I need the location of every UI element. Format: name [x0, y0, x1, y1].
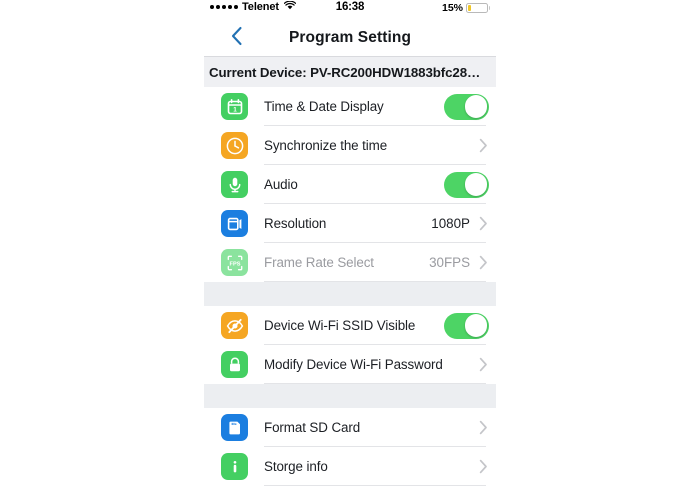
row-label: Audio	[264, 177, 298, 192]
settings-row-audio[interactable]: Audio	[204, 165, 496, 204]
svg-text:1: 1	[233, 106, 237, 113]
chevron-right-icon	[478, 357, 488, 373]
calendar-icon: 1	[221, 93, 248, 120]
video-frame-icon	[221, 210, 248, 237]
sd-card-icon	[221, 414, 248, 441]
section-gap	[204, 384, 496, 408]
row-label: Format SD Card	[264, 420, 361, 435]
lock-icon	[221, 351, 248, 378]
settings-row-format-sd-card[interactable]: Format SD Card	[204, 408, 496, 447]
chevron-right-icon	[478, 420, 488, 436]
row-label: Time & Date Display	[264, 99, 384, 114]
row-label: Device Wi-Fi SSID Visible	[264, 318, 416, 333]
battery-percentage-label: 15%	[441, 2, 463, 14]
row-label: Modify Device Wi-Fi Password	[264, 357, 443, 372]
settings-row-synchronize-the-time[interactable]: Synchronize the time	[204, 126, 496, 165]
fps-icon: FPS	[221, 249, 248, 276]
settings-row-storge-info[interactable]: Storge info	[204, 447, 496, 486]
settings-group-storage: Format SD Card Storge info	[204, 408, 496, 486]
row-label: Resolution	[264, 216, 327, 231]
navigation-bar: Program Setting	[204, 20, 496, 57]
settings-group-recording: 1 Time & Date Display Synchronize the time…	[204, 87, 496, 282]
settings-row-time-date-display[interactable]: 1 Time & Date Display	[204, 87, 496, 126]
toggle-switch[interactable]	[444, 312, 489, 339]
settings-row-device-wifi-ssid-visible[interactable]: Device Wi-Fi SSID Visible	[204, 306, 496, 345]
settings-row-modify-device-wifi-password[interactable]: Modify Device Wi-Fi Password	[204, 345, 496, 384]
phone-screen: Telenet 16:38 15% Program Setting Curren…	[204, 0, 496, 500]
row-value: 30FPS	[429, 255, 470, 270]
toggle-switch[interactable]	[444, 171, 489, 198]
row-label: Frame Rate Select	[264, 255, 374, 270]
section-gap	[204, 282, 496, 306]
toggle-switch[interactable]	[444, 93, 489, 120]
chevron-right-icon	[478, 138, 488, 154]
settings-group-wifi: Device Wi-Fi SSID Visible Modify Device W…	[204, 306, 496, 384]
battery-icon	[466, 3, 490, 13]
status-bar-right: 15%	[442, 2, 490, 14]
chevron-left-icon	[230, 26, 243, 51]
microphone-icon	[221, 171, 248, 198]
current-device-label: Current Device: PV-RC200HDW1883bfc28…	[209, 64, 481, 80]
settings-row-frame-rate-select: FPS Frame Rate Select 30FPS	[204, 243, 496, 282]
current-device-banner: Current Device: PV-RC200HDW1883bfc28…	[204, 57, 496, 87]
chevron-right-icon	[478, 255, 488, 271]
clock-icon	[221, 132, 248, 159]
page-title: Program Setting	[288, 29, 412, 46]
back-button[interactable]	[226, 26, 246, 51]
row-label: Storge info	[264, 459, 328, 474]
row-value: 1080P	[431, 216, 470, 231]
eye-slash-icon	[221, 312, 248, 339]
info-icon	[221, 453, 248, 480]
settings-row-resolution[interactable]: Resolution 1080P	[204, 204, 496, 243]
svg-text:FPS: FPS	[229, 261, 240, 267]
chevron-right-icon	[478, 459, 488, 475]
chevron-right-icon	[478, 216, 488, 232]
settings-list: 1 Time & Date Display Synchronize the time…	[204, 87, 496, 486]
status-bar: Telenet 16:38 15%	[204, 0, 496, 20]
row-label: Synchronize the time	[264, 138, 388, 153]
